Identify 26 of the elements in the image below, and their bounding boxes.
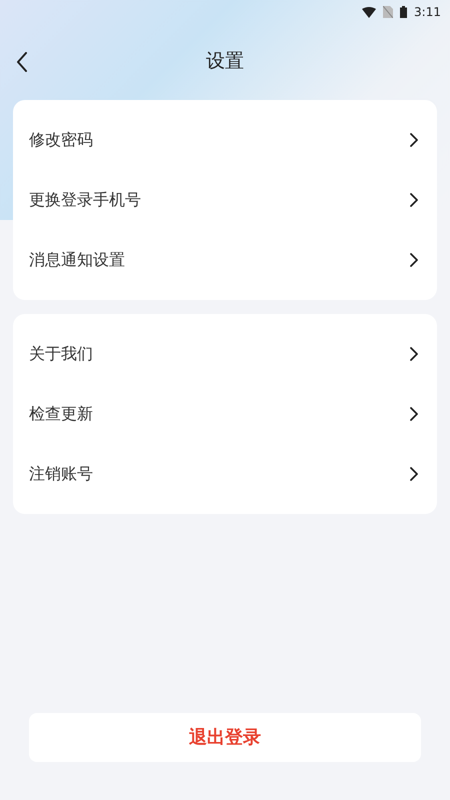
chevron-right-icon (410, 467, 418, 481)
chevron-right-icon (410, 133, 418, 147)
no-sim-icon (383, 6, 394, 18)
chevron-right-icon (410, 253, 418, 267)
wifi-icon (362, 6, 376, 18)
settings-item[interactable]: 检查更新 (13, 384, 437, 444)
item-label: 修改密码 (29, 129, 93, 151)
item-label: 注销账号 (29, 463, 93, 485)
item-label: 检查更新 (29, 403, 93, 425)
settings-item[interactable]: 更换登录手机号 (13, 170, 437, 230)
status-time: 3:11 (414, 4, 441, 21)
chevron-right-icon (410, 193, 418, 207)
chevron-right-icon (410, 407, 418, 421)
battery-icon (400, 6, 408, 18)
logout-button[interactable]: 退出登录 (29, 713, 421, 762)
item-label: 消息通知设置 (29, 249, 125, 271)
settings-item[interactable]: 修改密码 (13, 110, 437, 170)
chevron-right-icon (410, 347, 418, 361)
back-icon (16, 52, 28, 72)
item-label: 关于我们 (29, 343, 93, 365)
back-button[interactable] (14, 50, 30, 74)
settings-item[interactable]: 消息通知设置 (13, 230, 437, 290)
settings-item[interactable]: 注销账号 (13, 444, 437, 504)
settings-item[interactable]: 关于我们 (13, 324, 437, 384)
item-label: 更换登录手机号 (29, 189, 141, 211)
page-title: 设置 (206, 48, 244, 74)
